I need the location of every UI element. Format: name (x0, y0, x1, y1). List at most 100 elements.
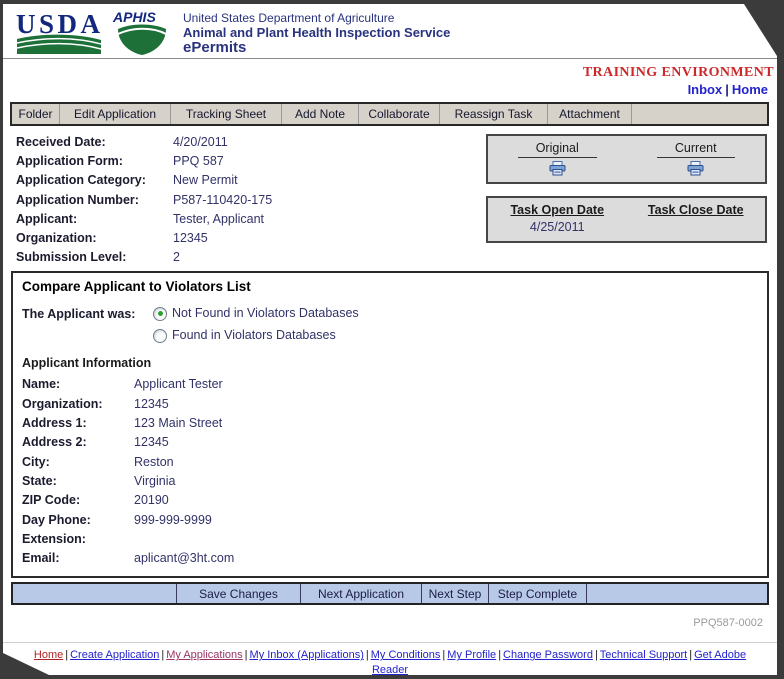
app-title-epermits: ePermits (183, 40, 450, 56)
footer-separator: | (442, 649, 445, 661)
inbox-link[interactable]: Inbox (688, 82, 723, 97)
tab-bar-filler (632, 104, 767, 124)
info-row-city: City:Reston (22, 453, 757, 472)
radio-option-found[interactable]: Found in Violators Databases (153, 327, 359, 344)
footer-link-change-password[interactable]: Change Password (503, 649, 593, 661)
home-link[interactable]: Home (732, 82, 768, 97)
field-label: Day Phone: (22, 511, 134, 530)
detail-row-organization: Organization:12345 (16, 229, 486, 248)
radio-label: Not Found in Violators Databases (172, 305, 359, 322)
info-row-state: State:Virginia (22, 472, 757, 491)
form-code: PPQ587-0002 (3, 605, 777, 629)
tab-tracking-sheet[interactable]: Tracking Sheet (171, 104, 282, 124)
field-label: Address 1: (22, 414, 134, 433)
usda-logo: USDA (15, 9, 103, 55)
dept-line-1: United States Department of Agriculture (183, 12, 450, 25)
field-label: Application Number: (16, 191, 173, 210)
masthead: USDA APHIS United States Department of A… (3, 4, 777, 59)
print-current-column: Current (627, 141, 766, 176)
svg-text:APHIS: APHIS (112, 9, 156, 25)
field-label: Extension: (22, 530, 134, 549)
tab-reassign-task[interactable]: Reassign Task (440, 104, 548, 124)
field-label: Received Date: (16, 133, 173, 152)
field-value: 4/20/2011 (173, 133, 228, 152)
detail-row-application-form: Application Form:PPQ 587 (16, 152, 486, 171)
aphis-logo: APHIS (111, 9, 175, 56)
radio-option-not-found[interactable]: Not Found in Violators Databases (153, 305, 359, 322)
print-original-label: Original (518, 141, 597, 158)
footer-links-row-1: Home|Create Application|My Applications|… (21, 648, 759, 678)
detail-row-application-category: Application Category:New Permit (16, 171, 486, 190)
footer-link-my-profile[interactable]: My Profile (447, 649, 496, 661)
save-changes-button[interactable]: Save Changes (177, 584, 301, 603)
violators-radio-group: Not Found in Violators Databases Found i… (153, 305, 359, 344)
task-close-date-value (627, 220, 766, 234)
action-bar: Save Changes Next Application Next Step … (11, 582, 769, 605)
print-current-label: Current (657, 141, 735, 158)
info-row-name: Name:Applicant Tester (22, 375, 757, 394)
field-value: PPQ 587 (173, 152, 224, 171)
footer-separator: | (245, 649, 248, 661)
info-row-organization: Organization:12345 (22, 395, 757, 414)
task-open-date-value: 4/25/2011 (488, 220, 627, 234)
radio-button-unselected[interactable] (153, 329, 167, 343)
field-value: Tester, Applicant (173, 210, 264, 229)
footer: Home|Create Application|My Applications|… (3, 642, 777, 679)
footer-link-my-applications[interactable]: My Applications (166, 649, 242, 661)
field-value: 12345 (134, 395, 169, 414)
field-value: 2 (173, 248, 180, 267)
tab-collaborate[interactable]: Collaborate (359, 104, 440, 124)
task-open-date-header: Task Open Date (488, 203, 627, 217)
field-value: New Permit (173, 171, 238, 190)
next-application-button[interactable]: Next Application (301, 584, 422, 603)
info-row-extension: Extension: (22, 530, 757, 549)
field-label: Email: (22, 549, 134, 568)
field-value: 999-999-9999 (134, 511, 212, 530)
tab-add-note[interactable]: Add Note (282, 104, 359, 124)
print-original-column: Original (488, 141, 627, 176)
field-label: Submission Level: (16, 248, 173, 267)
info-row-zip-code: ZIP Code:20190 (22, 491, 757, 510)
info-row-day-phone: Day Phone:999-999-9999 (22, 511, 757, 530)
applicant-information-title: Applicant Information (22, 356, 757, 370)
radio-button-selected[interactable] (153, 307, 167, 321)
tab-attachment[interactable]: Attachment (548, 104, 632, 124)
footer-link-my-conditions[interactable]: My Conditions (371, 649, 441, 661)
applicant-was-row: The Applicant was: Not Found in Violator… (22, 305, 757, 344)
field-label: Organization: (22, 395, 134, 414)
print-application-box: Original Current (486, 134, 767, 184)
training-environment-banner: TRAINING ENVIRONMENT (583, 65, 774, 80)
field-label: Name: (22, 375, 134, 394)
top-nav: Inbox|Home (3, 79, 777, 100)
field-value: P587-110420-175 (173, 191, 272, 210)
footer-link-create-application[interactable]: Create Application (70, 649, 159, 661)
svg-text:USDA: USDA (16, 9, 101, 39)
radio-label: Found in Violators Databases (172, 327, 336, 344)
epermits-page: USDA APHIS United States Department of A… (0, 0, 784, 679)
field-value: 20190 (134, 491, 169, 510)
field-value: Applicant Tester (134, 375, 223, 394)
footer-separator: | (689, 649, 692, 661)
applicant-was-label: The Applicant was: (22, 305, 153, 344)
tab-folder[interactable]: Folder (12, 104, 60, 124)
footer-link-my-inbox[interactable]: My Inbox (Applications) (250, 649, 364, 661)
step-complete-button[interactable]: Step Complete (489, 584, 587, 603)
printer-icon[interactable] (549, 161, 566, 176)
info-row-address-2: Address 2:12345 (22, 433, 757, 452)
field-label: Application Form: (16, 152, 173, 171)
task-dates-values: 4/25/2011 (488, 220, 765, 234)
details-side-boxes: Original Current (486, 134, 767, 267)
printer-icon[interactable] (687, 161, 704, 176)
dept-line-2: Animal and Plant Health Inspection Servi… (183, 25, 450, 40)
violators-comparison-section: Compare Applicant to Violators List The … (11, 271, 769, 578)
footer-separator: | (366, 649, 369, 661)
footer-link-technical-support[interactable]: Technical Support (600, 649, 687, 661)
field-value: Virginia (134, 472, 175, 491)
field-value: 123 Main Street (134, 414, 222, 433)
next-step-button[interactable]: Next Step (422, 584, 489, 603)
tab-edit-application[interactable]: Edit Application (60, 104, 171, 124)
footer-separator: | (65, 649, 68, 661)
detail-row-applicant: Applicant:Tester, Applicant (16, 210, 486, 229)
footer-link-home[interactable]: Home (34, 649, 63, 661)
field-label: City: (22, 453, 134, 472)
